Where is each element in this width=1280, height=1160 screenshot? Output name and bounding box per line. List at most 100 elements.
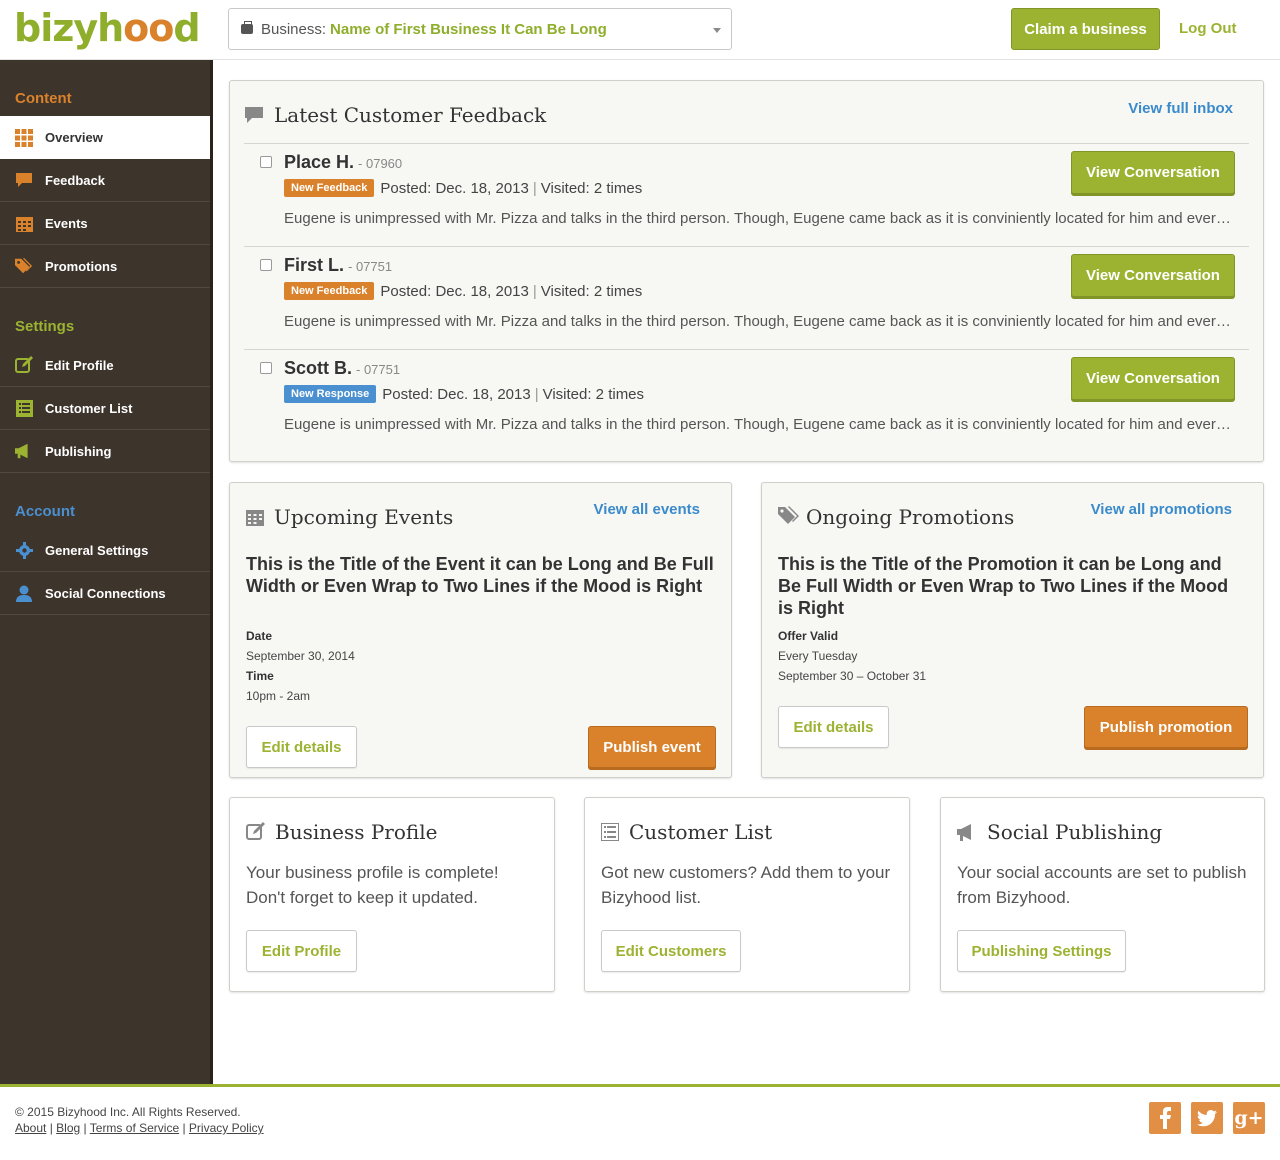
feedback-row: Place H. - 07960 New Feedback Posted: Dec… [244, 143, 1249, 246]
publish-promotion-button[interactable]: Publish promotion [1084, 706, 1248, 748]
sidebar-item-promotions[interactable]: Promotions [0, 245, 210, 288]
edit-icon [246, 822, 265, 846]
promotion-title[interactable]: This is the Title of the Promotion it ca… [778, 553, 1248, 619]
sidebar-item-edit-profile[interactable]: Edit Profile [0, 344, 210, 387]
copyright: © 2015 Bizyhood Inc. All Rights Reserved… [15, 1105, 241, 1119]
events-panel: Upcoming Events View all events This is … [229, 482, 732, 778]
sidebar: Content Overview Feedback Events Promoti… [0, 60, 213, 1084]
google-plus-icon[interactable]: g+ [1233, 1102, 1265, 1134]
footer-link-about[interactable]: About [15, 1121, 46, 1135]
business-select-value: Name of First Business It Can Be Long [330, 20, 607, 38]
promotions-panel-title-wrap: Ongoing Promotions [778, 505, 1014, 531]
footer-link-blog[interactable]: Blog [56, 1121, 80, 1135]
caret-down-icon [713, 28, 721, 33]
feedback-snippet: Eugene is unimpressed with Mr. Pizza and… [284, 416, 1234, 433]
customer-name: Scott B. - 07751 [284, 358, 400, 379]
calendar-icon [246, 507, 264, 531]
events-panel-title: Upcoming Events [274, 505, 454, 529]
edit-customers-button[interactable]: Edit Customers [601, 930, 741, 972]
events-panel-title-wrap: Upcoming Events [246, 505, 453, 531]
promotions-panel: Ongoing Promotions View all promotions T… [761, 482, 1264, 778]
visit-count: Visited: 2 times [540, 179, 643, 197]
feedback-meta: New Feedback Posted: Dec. 18, 2013 | Vis… [284, 179, 642, 197]
business-profile-panel: Business Profile Your business profile i… [229, 797, 555, 992]
row-checkbox[interactable] [260, 156, 272, 168]
social-publishing-title-wrap: Social Publishing [957, 820, 1162, 846]
status-badge: New Response [284, 385, 377, 403]
customer-code: - 07751 [348, 259, 393, 274]
claim-business-button[interactable]: Claim a business [1011, 8, 1160, 50]
publish-event-button[interactable]: Publish event [588, 726, 716, 768]
footer-links: About | Blog | Terms of Service | Privac… [15, 1121, 264, 1135]
edit-event-details-button[interactable]: Edit details [246, 726, 357, 768]
comment-icon [15, 171, 33, 189]
sidebar-item-label: General Settings [45, 542, 149, 558]
customer-name-text: Scott B. [284, 358, 353, 378]
twitter-icon[interactable] [1191, 1102, 1223, 1134]
sidebar-item-general-settings[interactable]: General Settings [0, 529, 210, 572]
event-date-label: Date [246, 629, 273, 643]
social-publishing-panel: Social Publishing Your social accounts a… [940, 797, 1265, 992]
briefcase-icon [241, 21, 253, 34]
sidebar-heading-content: Content [15, 90, 72, 107]
edit-icon [15, 356, 33, 374]
offer-line-1: Every Tuesday [778, 649, 858, 663]
meta-divider: | [532, 282, 537, 300]
view-conversation-button[interactable]: View Conversation [1071, 254, 1235, 297]
tags-icon [15, 257, 33, 275]
customer-name-text: First L. [284, 255, 345, 275]
user-icon [15, 584, 33, 602]
facebook-icon[interactable] [1149, 1102, 1181, 1134]
footer-link-privacy[interactable]: Privacy Policy [189, 1121, 264, 1135]
bizyhood-logo[interactable]: bizyhood [14, 6, 201, 50]
publishing-settings-button[interactable]: Publishing Settings [957, 930, 1126, 972]
sidebar-item-publishing[interactable]: Publishing [0, 430, 210, 473]
megaphone-icon [15, 442, 33, 460]
customer-name: First L. - 07751 [284, 255, 392, 276]
view-all-events-link[interactable]: View all events [594, 501, 700, 518]
event-title[interactable]: This is the Title of the Event it can be… [246, 553, 716, 597]
visit-count: Visited: 2 times [540, 282, 643, 300]
grid-icon [15, 128, 33, 147]
posted-date: Posted: Dec. 18, 2013 [380, 282, 529, 300]
edit-profile-button[interactable]: Edit Profile [246, 930, 357, 972]
sidebar-item-label: Social Connections [45, 585, 166, 601]
sidebar-item-label: Feedback [45, 172, 105, 188]
edit-promotion-details-button[interactable]: Edit details [778, 706, 889, 748]
view-conversation-button[interactable]: View Conversation [1071, 357, 1235, 400]
feedback-row: First L. - 07751 New Feedback Posted: Dec… [244, 246, 1249, 349]
sidebar-item-feedback[interactable]: Feedback [0, 159, 210, 202]
view-all-promotions-link[interactable]: View all promotions [1091, 501, 1232, 518]
row-checkbox[interactable] [260, 362, 272, 374]
event-date-value: September 30, 2014 [246, 649, 355, 663]
calendar-icon [15, 214, 33, 232]
list-icon [601, 822, 619, 846]
sidebar-item-label: Overview [45, 130, 103, 145]
customer-list-panel: Customer List Got new customers? Add the… [584, 797, 910, 992]
sidebar-heading-account: Account [15, 503, 75, 520]
megaphone-icon [957, 822, 977, 846]
business-select[interactable]: Business: Name of First Business It Can … [228, 8, 732, 50]
top-header: bizyhood Business: Name of First Busines… [0, 0, 1280, 60]
footer-link-terms[interactable]: Terms of Service [90, 1121, 179, 1135]
logout-link[interactable]: Log Out [1179, 20, 1236, 37]
tags-icon [778, 506, 800, 531]
feedback-panel-title-wrap: Latest Customer Feedback [244, 103, 546, 129]
feedback-meta: New Response Posted: Dec. 18, 2013 | Vis… [284, 385, 644, 403]
sidebar-item-label: Edit Profile [45, 357, 114, 373]
row-checkbox[interactable] [260, 259, 272, 271]
sidebar-item-events[interactable]: Events [0, 202, 210, 245]
customer-name: Place H. - 07960 [284, 152, 402, 173]
customer-list-title: Customer List [629, 820, 773, 844]
list-icon [15, 399, 33, 417]
social-publishing-body: Your social accounts are set to publish … [957, 863, 1247, 907]
view-full-inbox-link[interactable]: View full inbox [1128, 100, 1233, 117]
status-badge: New Feedback [284, 282, 375, 300]
sidebar-item-customer-list[interactable]: Customer List [0, 387, 210, 430]
sidebar-item-overview[interactable]: Overview [0, 116, 210, 159]
customer-code: - 07751 [356, 362, 401, 377]
view-conversation-button[interactable]: View Conversation [1071, 151, 1235, 194]
sidebar-item-social-connections[interactable]: Social Connections [0, 572, 210, 615]
promotions-panel-title: Ongoing Promotions [806, 505, 1015, 529]
feedback-panel: Latest Customer Feedback View full inbox… [229, 80, 1264, 462]
